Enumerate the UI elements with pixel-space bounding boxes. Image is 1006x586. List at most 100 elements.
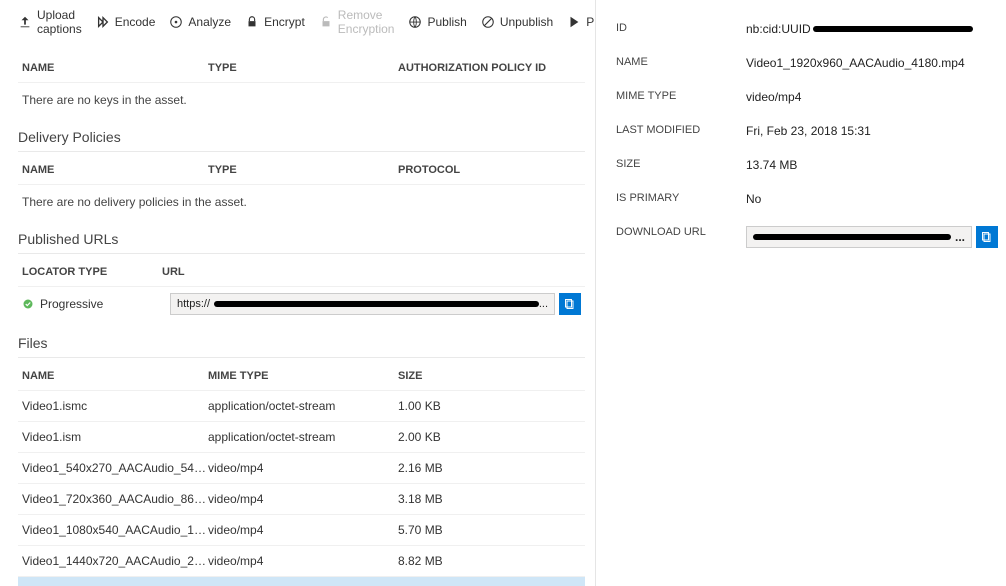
upload-icon (18, 15, 32, 29)
delivery-header-name: NAME (22, 164, 208, 176)
upload-captions-button[interactable]: Upload captions (18, 8, 82, 36)
table-row[interactable]: Video1_540x270_AACAudio_540.mp4video/mp4… (18, 453, 585, 484)
file-mime: application/octet-stream (208, 399, 398, 413)
table-row[interactable]: Video1.ismapplication/octet-stream2.00 K… (18, 422, 585, 453)
detail-mime-label: MIME TYPE (616, 90, 746, 104)
detail-name-value: Video1_1920x960_AACAudio_4180.mp4 (746, 56, 998, 70)
delivery-header-type: TYPE (208, 164, 398, 176)
file-size: 5.70 MB (398, 523, 581, 537)
play-icon (567, 15, 581, 29)
files-header-mime: MIME TYPE (208, 370, 398, 382)
encrypt-button[interactable]: Encrypt (245, 15, 305, 29)
redacted-url (214, 301, 539, 307)
upload-captions-label: Upload captions (37, 8, 82, 36)
file-mime: video/mp4 (208, 523, 398, 537)
left-pane: Upload captions Encode Analyze Encrypt R… (0, 0, 595, 586)
publish-button[interactable]: Publish (408, 15, 466, 29)
file-name: Video1.ism (22, 430, 208, 444)
unpublish-button[interactable]: Unpublish (481, 15, 553, 29)
publish-label: Publish (427, 15, 466, 29)
analyze-button[interactable]: Analyze (169, 15, 231, 29)
play-button[interactable]: Play (567, 15, 595, 29)
keys-header-auth: AUTHORIZATION POLICY ID (398, 62, 581, 74)
file-name: Video1.ismc (22, 399, 208, 413)
file-name: Video1_540x270_AACAudio_540.mp4 (22, 461, 208, 475)
analyze-icon (169, 15, 183, 29)
detail-id-label: ID (616, 22, 746, 36)
detail-download-label: DOWNLOAD URL (616, 226, 746, 248)
delivery-section: Delivery Policies NAME TYPE PROTOCOL The… (18, 129, 585, 217)
keys-empty: There are no keys in the asset. (18, 83, 585, 115)
detail-mime-value: video/mp4 (746, 90, 998, 104)
delivery-title: Delivery Policies (18, 129, 585, 152)
file-name: Video1_1080x540_AACAudio_1650.mp4 (22, 523, 208, 537)
globe-icon (408, 15, 422, 29)
file-size: 3.18 MB (398, 492, 581, 506)
detail-primary-label: IS PRIMARY (616, 192, 746, 206)
toolbar: Upload captions Encode Analyze Encrypt R… (18, 0, 585, 46)
encrypt-label: Encrypt (264, 15, 305, 29)
files-headers: NAME MIME TYPE SIZE (18, 362, 585, 391)
id-prefix: nb:cid:UUID (746, 22, 811, 36)
keys-headers: NAME TYPE AUTHORIZATION POLICY ID (18, 54, 585, 83)
file-mime: application/octet-stream (208, 430, 398, 444)
published-title: Published URLs (18, 231, 585, 254)
download-url-input[interactable]: ... (746, 226, 972, 248)
url-input[interactable]: https:// ... (170, 293, 555, 315)
detail-name-label: NAME (616, 56, 746, 70)
analyze-label: Analyze (188, 15, 231, 29)
published-header-locator: LOCATOR TYPE (22, 266, 162, 278)
file-size: 2.16 MB (398, 461, 581, 475)
published-row[interactable]: Progressive https:// ... (18, 287, 585, 321)
published-headers: LOCATOR TYPE URL (18, 258, 585, 287)
files-header-size: SIZE (398, 370, 581, 382)
detail-size-label: SIZE (616, 158, 746, 172)
delivery-header-proto: PROTOCOL (398, 164, 581, 176)
delivery-headers: NAME TYPE PROTOCOL (18, 156, 585, 185)
encode-icon (96, 15, 110, 29)
table-row[interactable]: Video1_1440x720_AACAudio_2620.mp4video/m… (18, 546, 585, 577)
file-mime: video/mp4 (208, 492, 398, 506)
files-title: Files (18, 335, 585, 358)
redacted-id (813, 26, 973, 32)
unpublish-icon (481, 15, 495, 29)
download-suffix: ... (955, 230, 965, 244)
detail-modified-label: LAST MODIFIED (616, 124, 746, 138)
file-name: Video1_1440x720_AACAudio_2620.mp4 (22, 554, 208, 568)
file-mime: video/mp4 (208, 461, 398, 475)
detail-id-value: nb:cid:UUID (746, 22, 998, 36)
published-section: Published URLs LOCATOR TYPE URL Progress… (18, 231, 585, 321)
detail-modified-value: Fri, Feb 23, 2018 15:31 (746, 124, 998, 138)
encode-button[interactable]: Encode (96, 15, 156, 29)
files-body: Video1.ismcapplication/octet-stream1.00 … (18, 391, 585, 586)
copy-download-button[interactable] (976, 226, 998, 248)
file-size: 1.00 KB (398, 399, 581, 413)
table-row[interactable]: Video1_720x360_AACAudio_860.mp4video/mp4… (18, 484, 585, 515)
details-pane: ID nb:cid:UUID NAME Video1_1920x960_AACA… (595, 0, 1006, 586)
check-icon (22, 298, 34, 310)
encode-label: Encode (115, 15, 156, 29)
play-label: Play (586, 15, 595, 29)
detail-download-value: ... (746, 226, 998, 248)
detail-primary-value: No (746, 192, 998, 206)
lock-icon (245, 15, 259, 29)
file-name: Video1_720x360_AACAudio_860.mp4 (22, 492, 208, 506)
unlock-icon (319, 15, 333, 29)
delivery-empty: There are no delivery policies in the as… (18, 185, 585, 217)
files-header-name: NAME (22, 370, 208, 382)
url-suffix: ... (539, 298, 548, 310)
table-row[interactable]: Video1_1080x540_AACAudio_1650.mp4video/m… (18, 515, 585, 546)
files-section: Files NAME MIME TYPE SIZE Video1.ismcapp… (18, 335, 585, 586)
copy-url-button[interactable] (559, 293, 581, 315)
detail-size-value: 13.74 MB (746, 158, 998, 172)
keys-section: NAME TYPE AUTHORIZATION POLICY ID There … (18, 54, 585, 115)
file-size: 2.00 KB (398, 430, 581, 444)
url-prefix: https:// (177, 298, 210, 310)
remove-encryption-button: Remove Encryption (319, 8, 395, 36)
table-row[interactable]: Video1.ismcapplication/octet-stream1.00 … (18, 391, 585, 422)
table-row[interactable]: Video1_1920x960_AACAudio_4180.mp4video/m… (18, 577, 585, 586)
remove-encryption-label: Remove Encryption (338, 8, 395, 36)
redacted-download-url (753, 234, 951, 240)
keys-header-type: TYPE (208, 62, 398, 74)
locator-type: Progressive (40, 297, 103, 311)
